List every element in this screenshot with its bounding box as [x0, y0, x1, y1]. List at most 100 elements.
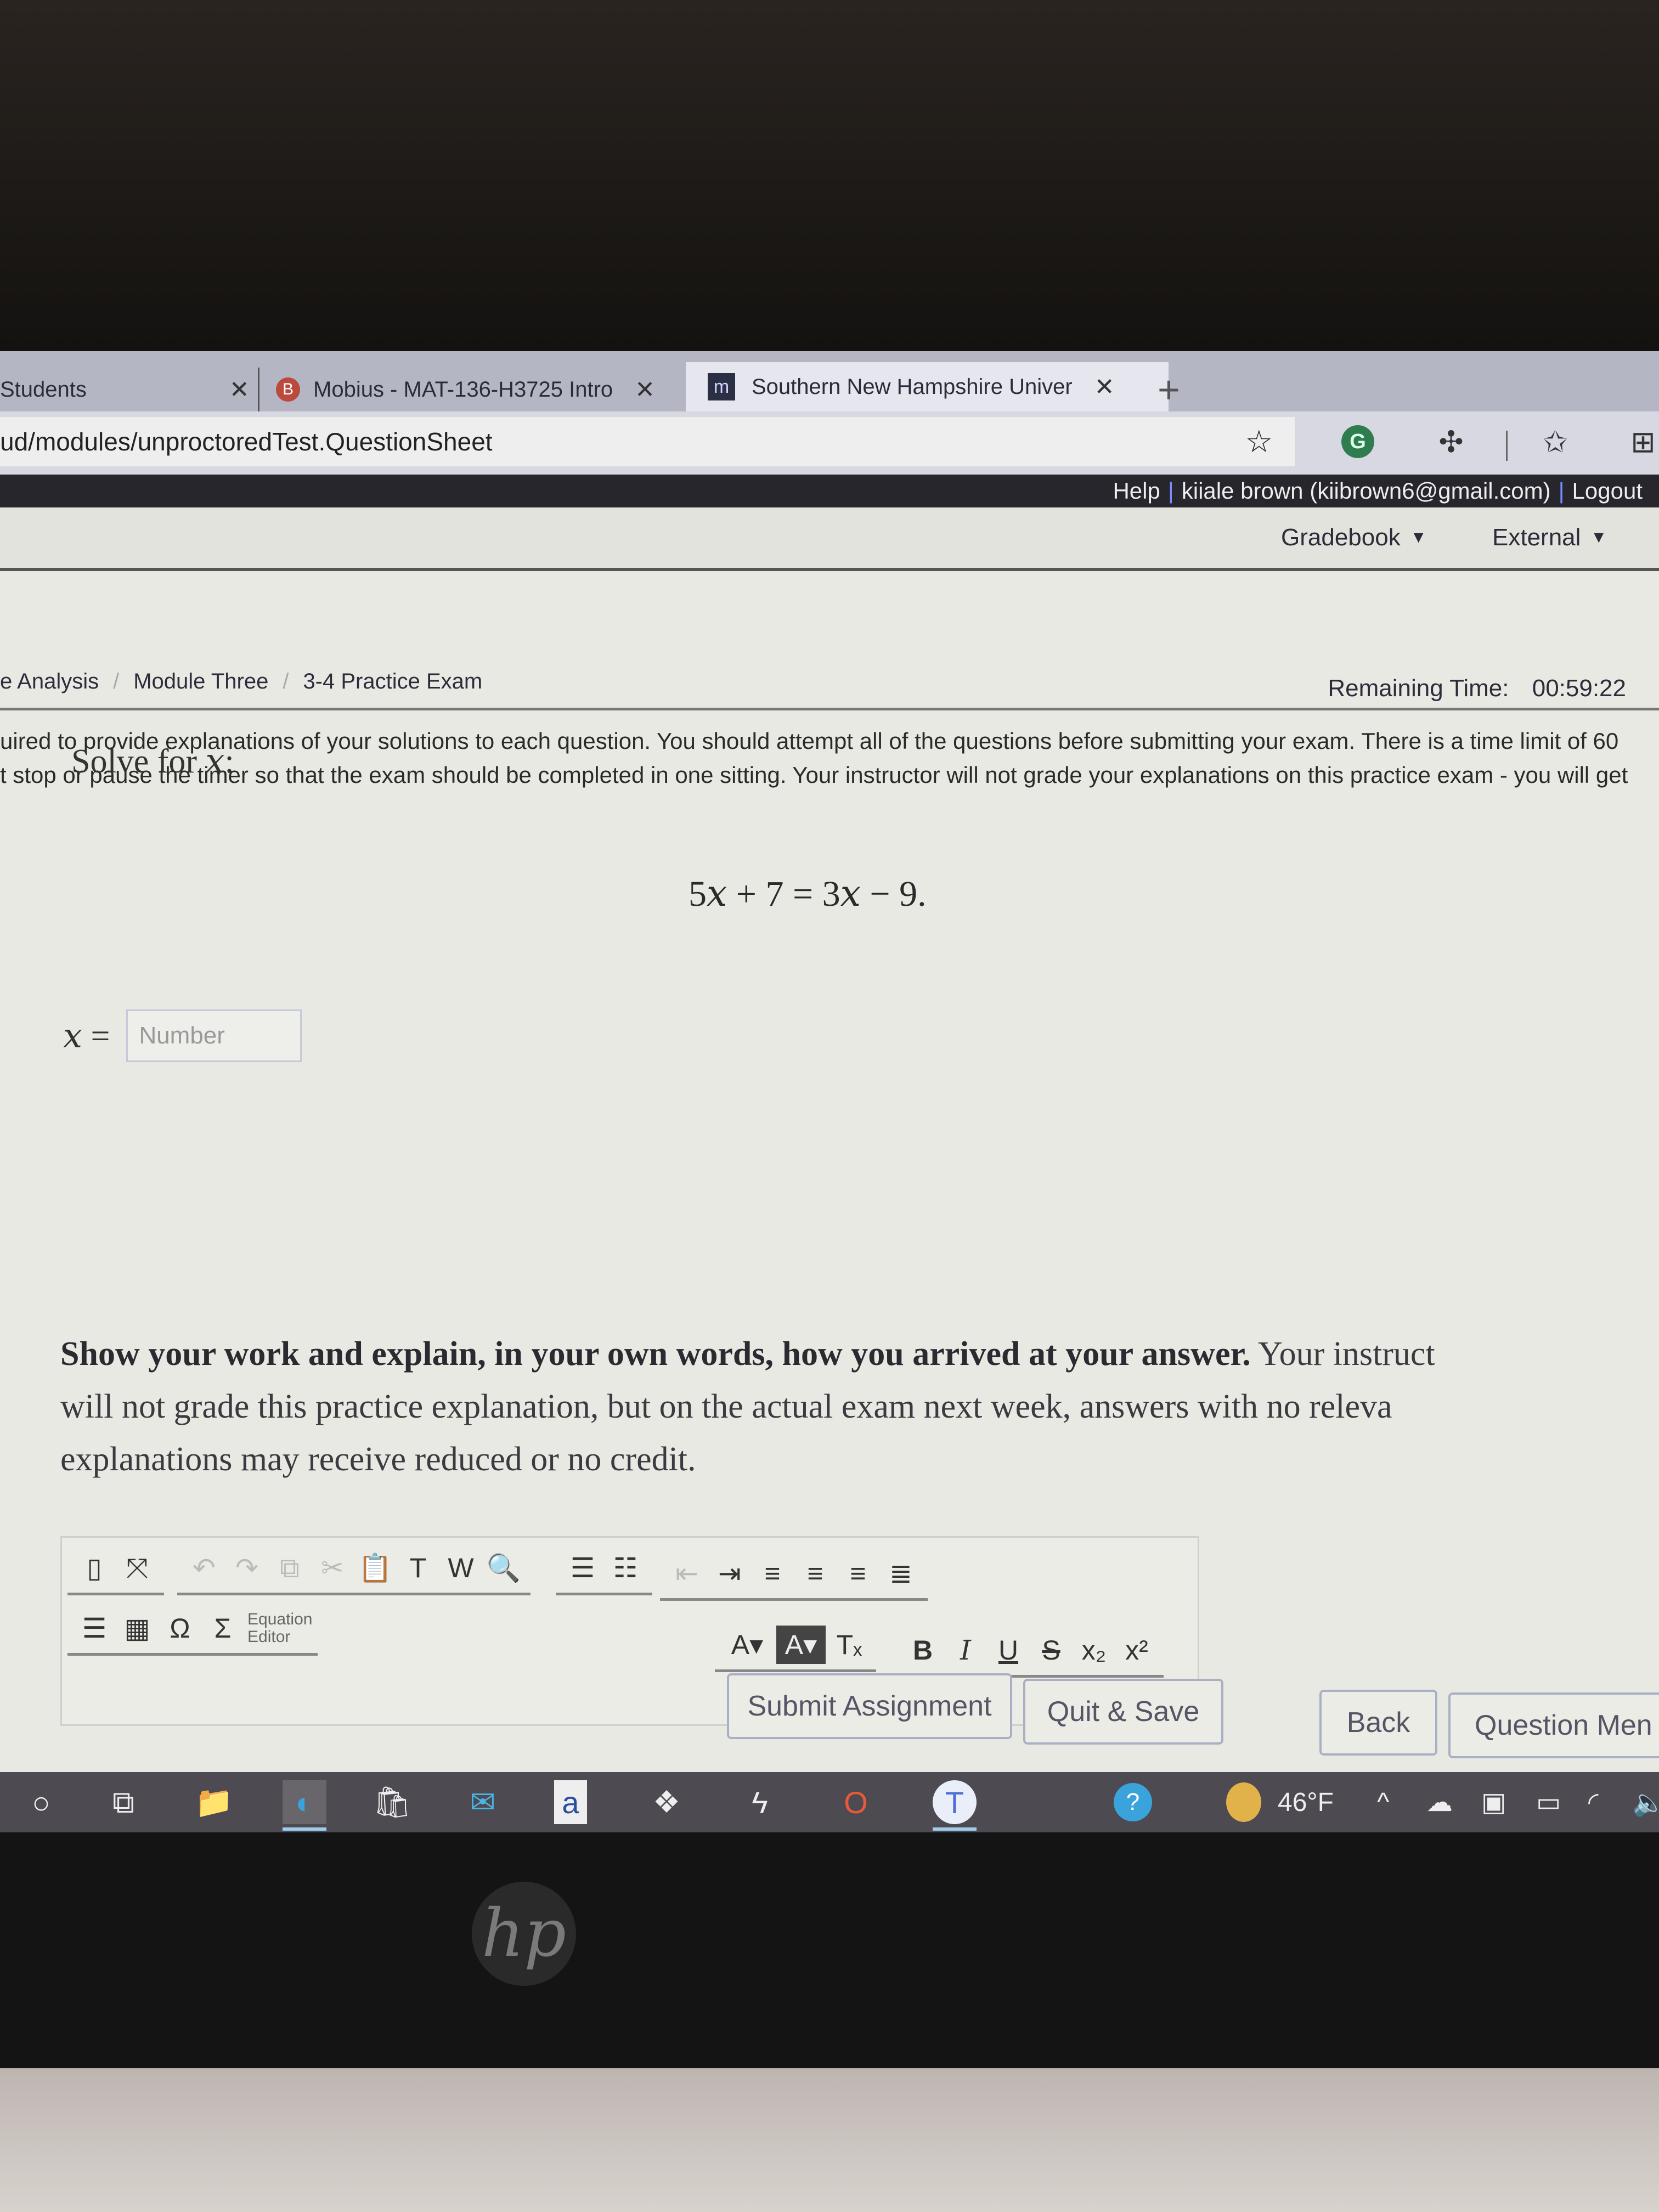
- subscript-icon[interactable]: x₂: [1075, 1631, 1113, 1669]
- close-icon[interactable]: ✕: [229, 376, 250, 404]
- bold-icon[interactable]: B: [904, 1631, 942, 1669]
- mail-icon[interactable]: ✉: [461, 1780, 505, 1824]
- separator: |: [1558, 478, 1565, 504]
- text-color-icon[interactable]: A▾: [723, 1626, 772, 1664]
- amazon-icon[interactable]: a: [554, 1780, 587, 1824]
- help-link[interactable]: Help: [1113, 478, 1160, 504]
- collections-icon[interactable]: ⊞: [1624, 422, 1659, 461]
- tab-snhu-active[interactable]: m Southern New Hampshire Univer ✕: [686, 362, 1169, 411]
- paste-word-icon[interactable]: W: [442, 1549, 480, 1587]
- breadcrumb-separator: /: [283, 669, 289, 693]
- redo-icon[interactable]: ↷: [228, 1549, 266, 1587]
- outdent-icon[interactable]: ⇤: [668, 1554, 706, 1593]
- table-icon[interactable]: ▦: [118, 1609, 156, 1647]
- bulleted-list-icon[interactable]: ☷: [606, 1549, 645, 1587]
- onedrive-icon[interactable]: ☁: [1426, 1780, 1453, 1824]
- explanation-bold: Show your work and explain, in your own …: [60, 1335, 1251, 1373]
- strikethrough-icon[interactable]: S: [1032, 1631, 1070, 1669]
- find-icon[interactable]: 🔍: [484, 1549, 523, 1587]
- tab-students[interactable]: Students ✕: [0, 368, 250, 411]
- answer-number-input[interactable]: [126, 1009, 302, 1062]
- nav-gradebook[interactable]: Gradebook ▼: [1281, 524, 1426, 551]
- battery-icon[interactable]: ▭: [1536, 1780, 1561, 1824]
- weather-widget[interactable]: 46°F: [1226, 1780, 1334, 1824]
- answer-row: x =: [63, 1009, 302, 1062]
- teams-icon[interactable]: T: [933, 1780, 977, 1831]
- maximize-icon[interactable]: ⤧: [118, 1549, 156, 1587]
- equation-variable: x: [707, 872, 727, 915]
- timer-label: Remaining Time:: [1328, 675, 1509, 702]
- equation-variable: x: [840, 872, 861, 915]
- laptop-screen: Students ✕ B Mobius - MAT-136-H3725 Intr…: [0, 351, 1659, 1832]
- main-nav: Gradebook ▼ External ▼: [0, 507, 1659, 571]
- search-icon[interactable]: ○: [19, 1780, 63, 1824]
- volume-icon[interactable]: 🔈: [1632, 1780, 1659, 1824]
- align-center-icon[interactable]: ≡: [796, 1554, 834, 1593]
- breadcrumb-item[interactable]: Module Three: [133, 669, 268, 694]
- submit-assignment-button[interactable]: Submit Assignment: [727, 1673, 1012, 1739]
- caret-down-icon: ▼: [1590, 528, 1607, 546]
- prompt-text: Solve for: [71, 743, 206, 780]
- edge-icon[interactable]: ◐: [283, 1780, 326, 1831]
- help-tray-icon[interactable]: ?: [1114, 1780, 1152, 1824]
- grammarly-icon[interactable]: G: [1341, 425, 1374, 458]
- justify-icon[interactable]: ≣: [882, 1554, 920, 1593]
- close-icon[interactable]: ✕: [1094, 373, 1115, 401]
- numbered-list-icon[interactable]: ☰: [563, 1549, 602, 1587]
- weather-temperature: 46°F: [1278, 1787, 1334, 1817]
- paste-text-icon[interactable]: T: [399, 1549, 437, 1587]
- task-view-icon[interactable]: ⧉: [101, 1780, 145, 1824]
- quit-save-button[interactable]: Quit & Save: [1023, 1679, 1223, 1745]
- browser-toolbar: ud/modules/unproctoredTest.QuestionSheet…: [0, 411, 1659, 475]
- indent-icon[interactable]: ⇥: [710, 1554, 749, 1593]
- paste-icon[interactable]: 📋: [356, 1549, 394, 1587]
- equation-icon[interactable]: Σ: [204, 1609, 242, 1647]
- underline-icon[interactable]: U: [989, 1631, 1028, 1669]
- store-icon[interactable]: 🛍: [370, 1780, 414, 1824]
- new-tab-button[interactable]: +: [1158, 368, 1180, 411]
- office-icon[interactable]: O: [834, 1780, 878, 1824]
- copy-icon[interactable]: ⧉: [270, 1549, 309, 1587]
- tab-label: Southern New Hampshire Univer: [752, 374, 1073, 399]
- equation-label: Equation: [247, 1610, 313, 1628]
- toolbar-group-insert: ☰ ▦ Ω Σ Equation Editor: [67, 1604, 318, 1656]
- close-icon[interactable]: ✕: [635, 376, 655, 404]
- remove-format-icon[interactable]: Tₓ: [830, 1626, 868, 1664]
- undo-icon[interactable]: ↶: [185, 1549, 223, 1587]
- nav-external[interactable]: External ▼: [1492, 524, 1607, 551]
- toolbar-divider: [1506, 431, 1508, 461]
- dropbox-icon[interactable]: ❖: [645, 1780, 689, 1824]
- superscript-icon[interactable]: x²: [1118, 1631, 1156, 1669]
- equation-editor-button[interactable]: Equation Editor: [247, 1611, 312, 1646]
- align-left-icon[interactable]: ≡: [753, 1554, 792, 1593]
- background-room: [0, 0, 1659, 351]
- back-button[interactable]: Back: [1319, 1690, 1437, 1756]
- show-hidden-icons[interactable]: ^: [1377, 1780, 1390, 1824]
- power-automate-icon[interactable]: ϟ: [738, 1780, 782, 1824]
- background-color-icon[interactable]: A▾: [776, 1626, 826, 1664]
- toolbar-group-format: B I U S x₂ x²: [896, 1626, 1164, 1678]
- remaining-time: Remaining Time: 00:59:22: [1328, 675, 1626, 702]
- horizontal-rule-icon[interactable]: ☰: [75, 1609, 114, 1647]
- breadcrumb: e Analysis / Module Three / 3-4 Practice…: [0, 669, 482, 694]
- special-char-icon[interactable]: Ω: [161, 1609, 199, 1647]
- file-explorer-icon[interactable]: 📁: [192, 1780, 236, 1824]
- extensions-icon[interactable]: ✣: [1432, 422, 1470, 461]
- equation-label: Editor: [247, 1628, 291, 1646]
- favorites-icon[interactable]: ✩: [1536, 422, 1575, 461]
- address-bar[interactable]: ud/modules/unproctoredTest.QuestionSheet…: [0, 417, 1295, 466]
- add-favorite-icon[interactable]: ☆: [1245, 424, 1273, 460]
- toolbar-group-view: ▯ ⤧: [67, 1543, 164, 1595]
- weather-sun-icon: [1226, 1782, 1261, 1822]
- breadcrumb-item[interactable]: e Analysis: [0, 669, 99, 694]
- wifi-icon[interactable]: ◜: [1588, 1780, 1599, 1824]
- align-right-icon[interactable]: ≡: [839, 1554, 877, 1593]
- tab-mobius[interactable]: B Mobius - MAT-136-H3725 Intro ✕: [258, 368, 698, 411]
- logout-link[interactable]: Logout: [1572, 478, 1643, 504]
- italic-icon[interactable]: I: [946, 1631, 985, 1669]
- question-menu-button[interactable]: Question Men: [1448, 1692, 1659, 1758]
- cut-icon[interactable]: ✂: [313, 1549, 352, 1587]
- equation-part: 5: [689, 874, 707, 914]
- source-icon[interactable]: ▯: [75, 1549, 114, 1587]
- meet-now-icon[interactable]: ▣: [1481, 1780, 1506, 1824]
